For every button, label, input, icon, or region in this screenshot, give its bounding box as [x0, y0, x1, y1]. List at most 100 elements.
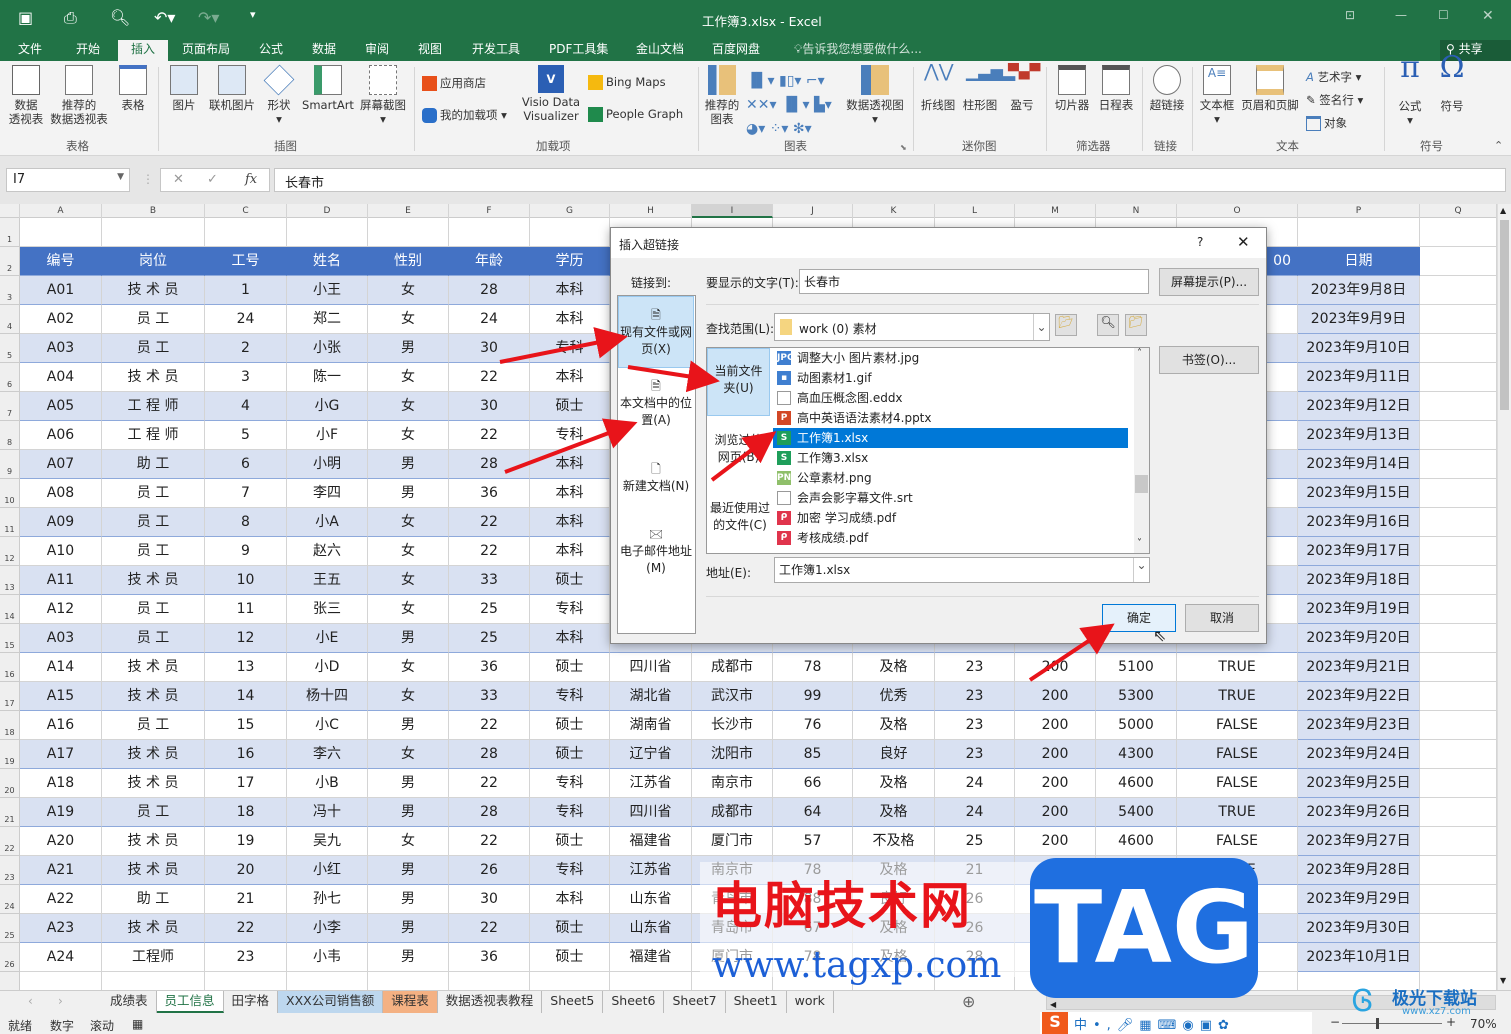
cell[interactable]: 21: [205, 885, 287, 914]
file-item[interactable]: 高血压概念图.eddx: [773, 388, 1128, 408]
cell[interactable]: 22: [449, 914, 530, 943]
cell[interactable]: 男: [368, 334, 449, 363]
cell[interactable]: 及格: [853, 914, 935, 943]
cell[interactable]: [102, 972, 205, 990]
cell[interactable]: 专科: [530, 334, 610, 363]
sheet-tab[interactable]: 数据透视表教程: [438, 991, 543, 1013]
close-icon[interactable]: ✕: [1237, 233, 1250, 251]
row-header[interactable]: 21: [0, 798, 20, 827]
cell[interactable]: 85: [773, 740, 853, 769]
cell[interactable]: 本科: [530, 276, 610, 305]
cell[interactable]: 小张: [287, 334, 368, 363]
cell[interactable]: [1420, 972, 1497, 990]
cell[interactable]: [1420, 566, 1497, 595]
cell[interactable]: 四川省: [610, 798, 692, 827]
cell[interactable]: 四川省: [610, 653, 692, 682]
cell[interactable]: [1420, 595, 1497, 624]
cell[interactable]: [1420, 305, 1497, 334]
cell[interactable]: 专科: [530, 682, 610, 711]
table-header-cell[interactable]: 性别: [368, 247, 449, 276]
cell[interactable]: 厦门市: [692, 827, 773, 856]
cell[interactable]: 硕士: [530, 711, 610, 740]
cell[interactable]: 女: [368, 276, 449, 305]
sparkline-winloss-button[interactable]: ▀▄▀ 盈亏: [1002, 61, 1042, 112]
cell[interactable]: 2023年9月15日: [1298, 479, 1420, 508]
table-header-cell[interactable]: 学历: [530, 247, 610, 276]
row-header[interactable]: 16: [0, 653, 20, 682]
cell[interactable]: 26: [935, 885, 1015, 914]
cell[interactable]: 青岛市: [692, 885, 773, 914]
cell[interactable]: 冯十: [287, 798, 368, 827]
prev-sheet-icon[interactable]: ‹: [28, 994, 33, 1008]
cell[interactable]: [1420, 479, 1497, 508]
cell[interactable]: [1420, 914, 1497, 943]
cell[interactable]: [1420, 711, 1497, 740]
sheet-tab[interactable]: 成绩表: [102, 991, 157, 1013]
cell[interactable]: 赵六: [287, 537, 368, 566]
column-header-F[interactable]: F: [449, 204, 530, 218]
column-header-N[interactable]: N: [1096, 204, 1177, 218]
cell[interactable]: [1420, 856, 1497, 885]
cell[interactable]: 4900: [1096, 885, 1177, 914]
column-header-O[interactable]: O: [1177, 204, 1298, 218]
store-button[interactable]: 应用商店: [422, 75, 486, 91]
cell[interactable]: 78: [773, 856, 853, 885]
cell[interactable]: 女: [368, 740, 449, 769]
cell[interactable]: [368, 218, 449, 247]
cell[interactable]: [935, 972, 1015, 990]
cell[interactable]: 小E: [287, 624, 368, 653]
row-header[interactable]: 7: [0, 392, 20, 421]
cell[interactable]: 小D: [287, 653, 368, 682]
zoom-level[interactable]: 70%: [1470, 1017, 1497, 1031]
row-header[interactable]: 3: [0, 276, 20, 305]
cell[interactable]: 21: [935, 856, 1015, 885]
cell[interactable]: [530, 972, 610, 990]
cell[interactable]: TRUE: [1177, 943, 1298, 972]
cell[interactable]: 小李: [287, 914, 368, 943]
cell[interactable]: 工 程 师: [102, 421, 205, 450]
cell[interactable]: 28: [935, 943, 1015, 972]
cell[interactable]: 4600: [1096, 769, 1177, 798]
cell[interactable]: 200: [1015, 943, 1096, 972]
cell[interactable]: 4: [205, 392, 287, 421]
tab-view[interactable]: 视图: [412, 40, 448, 61]
cell[interactable]: 99: [773, 682, 853, 711]
file-list-scrollbar[interactable]: ˄ ˅: [1134, 348, 1149, 553]
cell[interactable]: 5400: [1096, 798, 1177, 827]
cell[interactable]: 67: [773, 914, 853, 943]
cell[interactable]: 南京市: [692, 769, 773, 798]
tab-insert[interactable]: 插入: [118, 40, 168, 61]
cell[interactable]: 及格: [853, 711, 935, 740]
cell[interactable]: 2023年9月30日: [1298, 914, 1420, 943]
column-header-H[interactable]: H: [610, 204, 692, 218]
cell[interactable]: [205, 218, 287, 247]
close-icon[interactable]: ✕: [1482, 8, 1494, 24]
cell[interactable]: 厦门市: [692, 943, 773, 972]
cell[interactable]: 技 术 员: [102, 856, 205, 885]
cell[interactable]: [1420, 508, 1497, 537]
cell[interactable]: 小F: [287, 421, 368, 450]
cell[interactable]: 硕士: [530, 566, 610, 595]
cell[interactable]: A02: [20, 305, 102, 334]
tab-developer[interactable]: 开发工具: [466, 40, 526, 61]
cell[interactable]: A12: [20, 595, 102, 624]
cell[interactable]: 男: [368, 943, 449, 972]
cell[interactable]: 36: [449, 653, 530, 682]
cell[interactable]: [610, 972, 692, 990]
row-header[interactable]: 19: [0, 740, 20, 769]
cell[interactable]: FALSE: [1177, 885, 1298, 914]
cell[interactable]: 湖南省: [610, 711, 692, 740]
cell[interactable]: 及格: [853, 769, 935, 798]
row-header[interactable]: 22: [0, 827, 20, 856]
cell[interactable]: 技 术 员: [102, 276, 205, 305]
online-pictures-button[interactable]: 联机图片: [204, 61, 260, 112]
cell[interactable]: [1420, 276, 1497, 305]
cell[interactable]: 2023年9月24日: [1298, 740, 1420, 769]
link-existing-file[interactable]: 🗎︎ 现有文件或网 页(X): [618, 296, 694, 368]
cell[interactable]: 5000: [1096, 711, 1177, 740]
cell[interactable]: 30: [449, 334, 530, 363]
cell[interactable]: A06: [20, 421, 102, 450]
cell[interactable]: [1420, 943, 1497, 972]
visio-data-visualizer-button[interactable]: V Visio Data Visualizer: [520, 61, 582, 123]
cell[interactable]: [1420, 537, 1497, 566]
